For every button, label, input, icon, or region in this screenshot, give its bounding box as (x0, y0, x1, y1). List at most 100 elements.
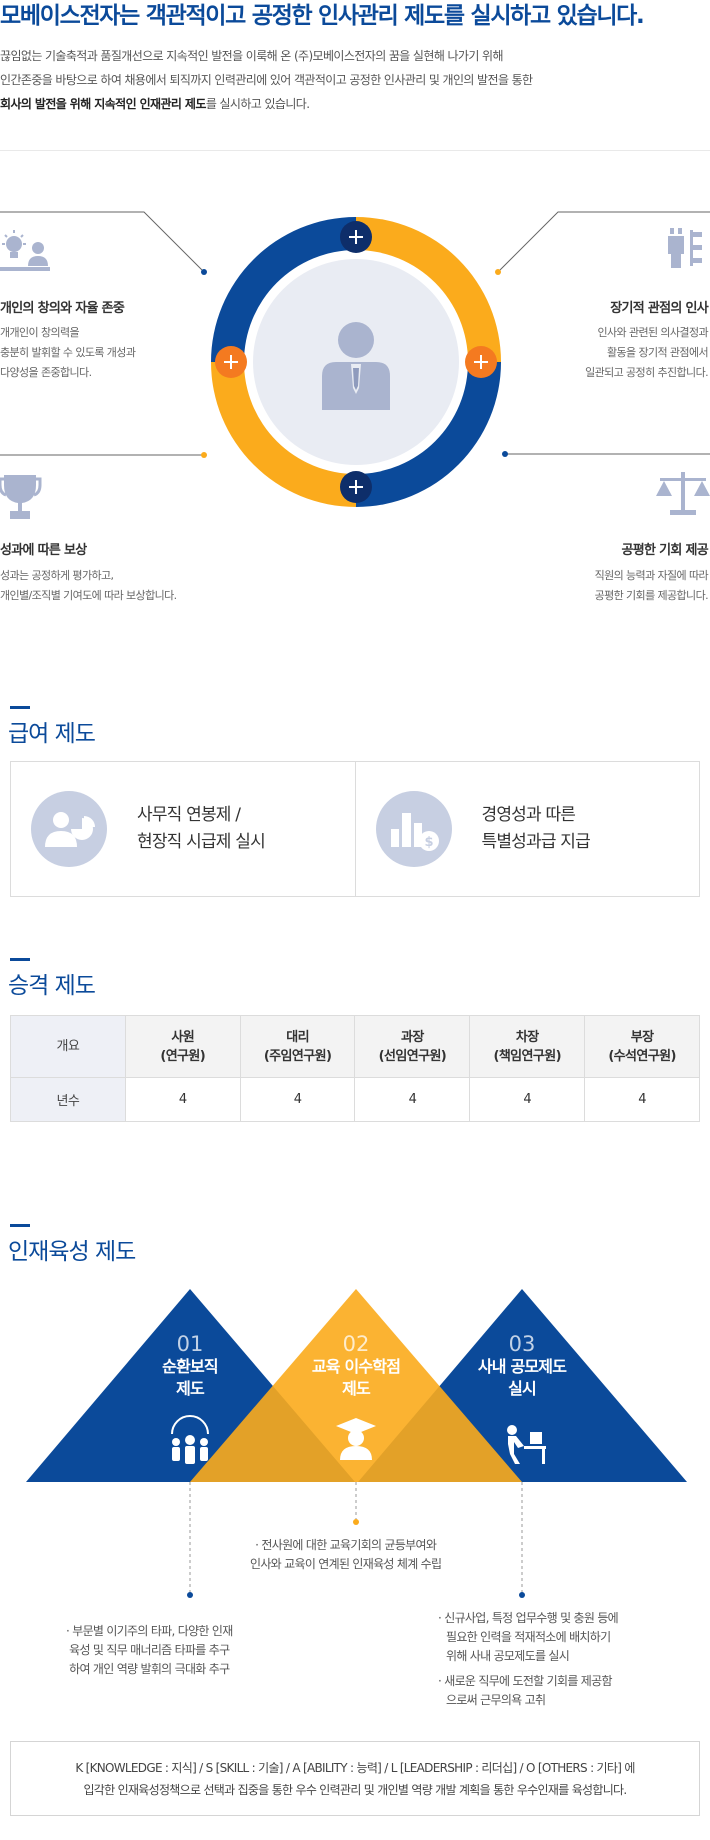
table-cell: 4 (124, 1077, 241, 1122)
value-title-opportunity: 공평한 기회 제공 (621, 543, 709, 558)
salary-section-title: 급여 제도 (8, 721, 96, 747)
value-desc-line: 다양성을 존중합니다. (0, 366, 92, 379)
value-title-long-term: 장기적 관점의 인사 (610, 301, 708, 316)
rank-title: 부장 (630, 1029, 654, 1045)
value-desc-line: 활동을 장기적 관점에서 (607, 346, 709, 359)
salary-text-annual: 사무직 연봉제 / 현장직 시급제 실시 (137, 802, 266, 856)
section-marker (10, 958, 30, 961)
table-header-row: 개요 사원 (연구원) 대리 (주임연구원) 과장 (선임연구원) 차장 (책임연구원)… (10, 1015, 700, 1078)
table-row-label: 년수 (10, 1077, 126, 1122)
program-number: 03 (508, 1332, 536, 1356)
rank-sub: (선임연구원) (378, 1048, 447, 1064)
summary-line-1: K [KNOWLEDGE : 지식] / S [SKILL : 기술] / A … (75, 1760, 635, 1775)
desc-line: 인사와 교육이 연계된 인재육성 체계 수립 (250, 1557, 442, 1571)
value-desc-opportunity: 직원의 능력과 자질에 따라 공평한 기회를 제공합니다. (594, 566, 709, 606)
svg-text:$: $ (424, 835, 433, 850)
salary-box: 사무직 연봉제 / 현장직 시급제 실시 $ 경영성과 따른 특별성과급 지급 (10, 761, 700, 897)
promotion-section-title: 승격 제도 (8, 973, 96, 999)
values-ring (211, 217, 501, 507)
program-name: 순환보직 (162, 1357, 218, 1376)
bar-chart-dollar-icon: $ (390, 813, 439, 851)
table-corner-cell: 개요 (10, 1015, 126, 1078)
value-desc-line: 직원의 능력과 자질에 따라 (594, 569, 709, 582)
desc-line: 필요한 인력을 적재적소에 배치하기 (446, 1630, 611, 1644)
ksalo-summary-box: K [KNOWLEDGE : 지식] / S [SKILL : 기술] / A … (10, 1741, 700, 1816)
rank-title: 차장 (515, 1029, 539, 1045)
intro-line-1: 끊임없는 기술축적과 품질개선으로 지속적인 발전을 이룩해 온 (주)모베이스… (0, 49, 503, 63)
intro-line-3: 회사의 발전을 위해 지속적인 인재관리 제도를 실시하고 있습니다. (0, 92, 710, 116)
rank-title: 대리 (286, 1029, 309, 1045)
development-section-title: 인재육성 제도 (8, 1239, 136, 1265)
plus-icon-top (340, 221, 372, 253)
balance-scale-icon (656, 472, 710, 515)
salary-text-line: 사무직 연봉제 / (137, 805, 241, 825)
rank-title: 사원 (171, 1029, 195, 1045)
salary-item-annual: 사무직 연봉제 / 현장직 시급제 실시 (11, 762, 355, 896)
table-header-cell: 사원 (연구원) (124, 1015, 241, 1078)
org-chart-icon (668, 228, 702, 268)
section-divider (0, 150, 710, 151)
desc-line: 하여 개인 역량 발휘의 극대화 추구 (69, 1662, 230, 1676)
value-desc-line: 충분히 발휘할 수 있도록 개성과 (0, 346, 136, 359)
program-name: 교육 이수학점 (311, 1357, 401, 1376)
table-cell: 4 (239, 1077, 356, 1122)
value-desc-line: 일관되고 공정히 추진합니다. (585, 366, 709, 379)
section-marker (10, 706, 30, 709)
desc-line: · 부문별 이기주의 타파, 다양한 인재 (66, 1624, 233, 1638)
salary-icon-circle (31, 791, 107, 867)
value-desc-line: 성과는 공정하게 평가하고, (0, 569, 114, 582)
intro-line-3-rest: 를 실시하고 있습니다. (205, 97, 310, 111)
intro-line-3-bold: 회사의 발전을 위해 지속적인 인재관리 제도 (0, 97, 206, 111)
program-name: 사내 공모제도 (477, 1357, 567, 1376)
value-desc-line: 공평한 기회를 제공합니다. (594, 589, 709, 602)
program-posting: 03 사내 공모제도 실시 (457, 1332, 587, 1400)
value-desc-reward: 성과는 공정하게 평가하고, 개인별/조직별 기여도에 따라 보상합니다. (0, 566, 177, 606)
rank-sub: (수석연구원) (608, 1048, 676, 1064)
value-title-reward: 성과에 따른 보상 (0, 543, 87, 558)
desc-line: · 신규사업, 특정 업무수행 및 충원 등에 (438, 1611, 619, 1625)
plus-icon-right (465, 346, 497, 378)
salary-icon-circle: $ (375, 791, 452, 867)
promotion-table: 개요 사원 (연구원) 대리 (주임연구원) 과장 (선임연구원) 차장 (책임연구원)… (10, 1015, 700, 1122)
salary-text-bonus: 경영성과 따른 특별성과급 지급 (481, 802, 591, 856)
table-header-cell: 차장 (책임연구원) (469, 1015, 586, 1078)
person-chart-icon (45, 812, 95, 847)
salary-item-bonus: $ 경영성과 따른 특별성과급 지급 (354, 762, 700, 896)
desc-line: 으로써 근무의욕 고취 (446, 1693, 546, 1707)
table-header-cell: 대리 (주임연구원) (239, 1015, 356, 1078)
value-title-creativity: 개인의 창의와 자율 존중 (0, 301, 125, 316)
summary-line-2: 입각한 인재육성정책으로 선택과 집중을 통한 우수 인력관리 및 개인별 역량… (83, 1782, 627, 1797)
program-name: 제도 (176, 1379, 205, 1398)
table-cell: 4 (354, 1077, 471, 1122)
program-name: 제도 (342, 1379, 371, 1398)
program-number: 01 (176, 1332, 204, 1356)
connector-dot-bottom-right (502, 451, 508, 457)
page-headline: 모베이스전자는 객관적이고 공정한 인사관리 제도를 실시하고 있습니다. (0, 3, 645, 29)
salary-text-line: 경영성과 따른 (481, 805, 576, 825)
connector-dot-bottom-left (201, 452, 207, 458)
program-number: 02 (342, 1332, 370, 1356)
program-rotation: 01 순환보직 제도 (140, 1332, 240, 1400)
salary-text-line: 현장직 시급제 실시 (137, 832, 266, 852)
rank-sub: (주임연구원) (263, 1048, 332, 1064)
desc-line: 위해 사내 공모제도를 실시 (446, 1649, 570, 1663)
table-row: 년수 4 4 4 4 4 (10, 1077, 700, 1122)
rank-sub: (책임연구원) (493, 1048, 561, 1064)
program-desc-rotation: · 부문별 이기주의 타파, 다양한 인재 육성 및 직무 매너리즘 타파를 추… (66, 1622, 233, 1679)
intro-line-2: 인간존중을 바탕으로 하여 채용에서 퇴직까지 인력관리에 있어 객관적이고 공… (0, 73, 533, 87)
program-education: 02 교육 이수학점 제도 (286, 1332, 426, 1400)
program-desc-posting: · 신규사업, 특정 업무수행 및 충원 등에 필요한 인력을 적재적소에 배치… (438, 1609, 619, 1710)
value-desc-line: 인사와 관련된 의사결정과 (597, 326, 708, 339)
value-desc-line: 개인별/조직별 기여도에 따라 보상합니다. (0, 589, 177, 602)
table-header-cell: 부장 (수석연구원) (584, 1015, 700, 1078)
connector-dot-top-right (495, 269, 501, 275)
trophy-icon (0, 475, 42, 519)
table-header-cell: 과장 (선임연구원) (354, 1015, 471, 1078)
idea-person-icon (0, 230, 50, 271)
rank-title: 과장 (401, 1029, 424, 1045)
value-desc-line: 개개인이 창의력을 (0, 326, 80, 339)
plus-icon-bottom (340, 471, 372, 503)
table-cell: 4 (584, 1077, 700, 1122)
intro-text: 끊임없는 기술축적과 품질개선으로 지속적인 발전을 이룩해 온 (주)모베이스… (0, 44, 710, 116)
program-desc-education: · 전사원에 대한 교육기회의 균등부여와 인사와 교육이 연계된 인재육성 체… (250, 1536, 442, 1574)
